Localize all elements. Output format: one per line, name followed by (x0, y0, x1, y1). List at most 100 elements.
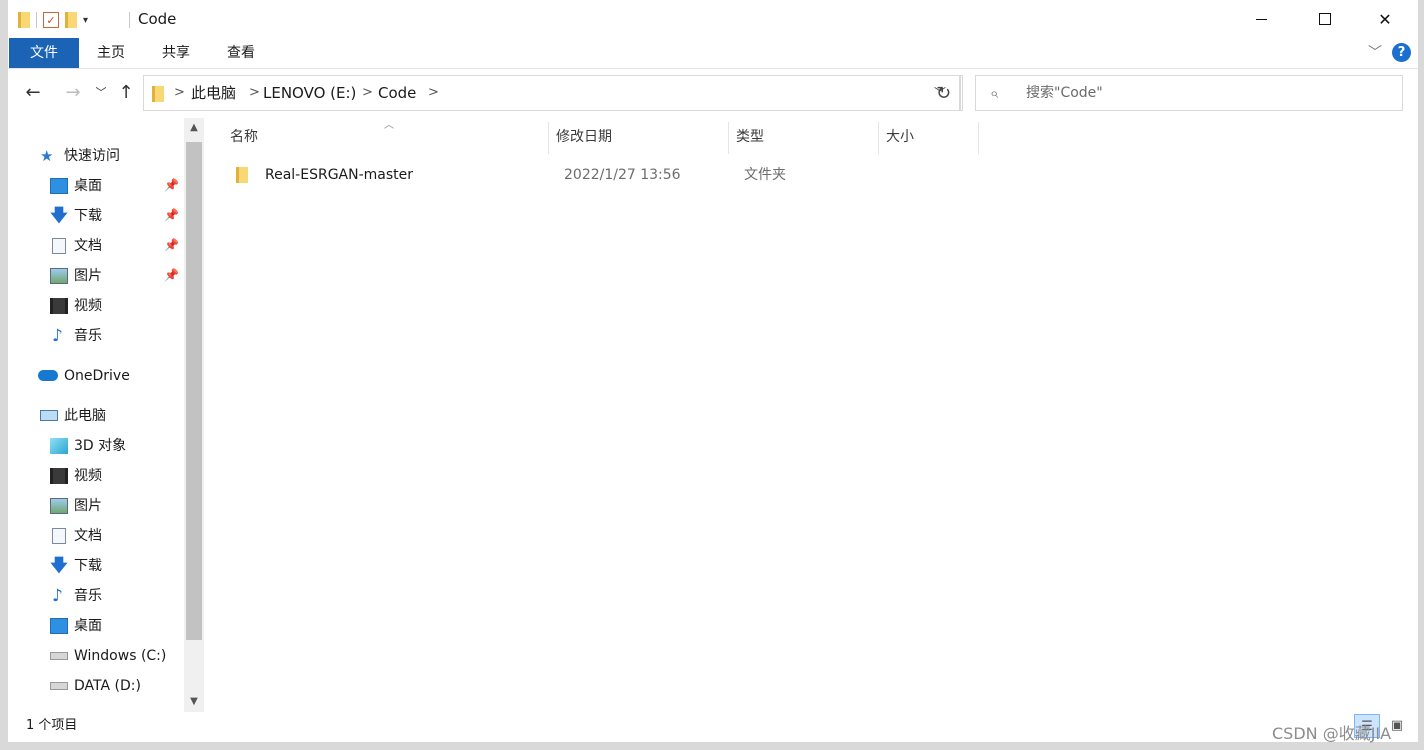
breadcrumb-this-pc[interactable]: 此电脑 (191, 76, 236, 110)
chevron-right-icon[interactable]: > (174, 76, 185, 110)
column-divider[interactable] (728, 122, 729, 154)
sidebar-item-pc-downloads[interactable]: 🡇 下载 (8, 551, 184, 581)
folder-icon (236, 167, 248, 183)
sidebar-item-label: 视频 (74, 298, 102, 314)
sidebar-item-pictures[interactable]: 图片 📌 (8, 261, 184, 291)
column-divider[interactable] (978, 122, 979, 154)
sidebar-item-videos[interactable]: 视频 (8, 291, 184, 321)
close-icon: ✕ (1378, 9, 1392, 29)
sidebar-item-label: 此电脑 (64, 408, 106, 424)
sidebar-item-pc-desktop[interactable]: 桌面 (8, 611, 184, 641)
refresh-button[interactable]: ↻ (925, 75, 963, 111)
music-icon: ♪ (52, 586, 63, 606)
drive-icon (50, 682, 68, 690)
new-folder-icon[interactable] (65, 12, 77, 28)
document-icon (52, 238, 66, 254)
file-name: Real-ESRGAN-master (265, 167, 414, 183)
search-box[interactable]: ⌕ 搜索"Code" (975, 75, 1403, 111)
sidebar-item-drive-d[interactable]: DATA (D:) (8, 671, 184, 701)
properties-icon[interactable]: ✓ (43, 12, 59, 28)
column-divider[interactable] (548, 122, 549, 154)
sidebar-item-label: 下载 (74, 208, 102, 224)
window-title: Code (138, 10, 177, 28)
sidebar-scrollbar[interactable]: ▲ ▼ (184, 118, 204, 712)
sidebar-item-label: 音乐 (74, 328, 102, 344)
chevron-right-icon[interactable]: > (428, 76, 439, 110)
maximize-button[interactable] (1296, 0, 1354, 38)
chevron-right-icon[interactable]: > (249, 76, 260, 110)
sidebar-item-label: 图片 (74, 268, 102, 284)
recent-locations-button[interactable]: ﹀ (94, 78, 108, 108)
table-row[interactable]: Real-ESRGAN-master 2022/1/27 13:56 文件夹 (224, 158, 984, 192)
sidebar-item-label: 视频 (74, 468, 102, 484)
file-type: 文件夹 (744, 167, 786, 183)
item-count: 1 个项目 (26, 718, 78, 733)
sidebar-item-pc-videos[interactable]: 视频 (8, 461, 184, 491)
sidebar-item-pc-pictures[interactable]: 图片 (8, 491, 184, 521)
ribbon: 文件 主页 共享 查看 ﹀ ? (8, 38, 1418, 69)
minimize-icon (1255, 18, 1267, 20)
download-icon: 🡇 (50, 556, 68, 576)
scroll-up-icon[interactable]: ▲ (184, 118, 204, 138)
quick-access-toolbar: ✓ ▾ (18, 9, 88, 31)
sidebar-item-onedrive[interactable]: OneDrive (8, 361, 184, 391)
windows-drive-icon (50, 652, 68, 660)
sidebar-item-downloads[interactable]: 🡇 下载 📌 (8, 201, 184, 231)
pin-icon[interactable]: 📌 (164, 268, 179, 282)
pin-icon[interactable]: 📌 (164, 178, 179, 192)
address-bar[interactable]: > 此电脑 > LENOVO (E:) > Code > ﹀ (143, 75, 961, 111)
navigation-bar: ← → ﹀ ↑ > 此电脑 > LENOVO (E:) > Code > ﹀ ↻… (8, 70, 1418, 116)
breadcrumb-code[interactable]: Code (378, 76, 416, 110)
forward-button[interactable]: → (60, 78, 86, 108)
folder-icon (18, 12, 30, 28)
close-button[interactable]: ✕ (1356, 0, 1414, 38)
sidebar-item-pc-music[interactable]: ♪ 音乐 (8, 581, 184, 611)
tab-file[interactable]: 文件 (9, 38, 79, 68)
column-divider[interactable] (878, 122, 879, 154)
search-input[interactable]: 搜索"Code" (1026, 76, 1103, 110)
breadcrumb-drive-e[interactable]: LENOVO (E:) (263, 76, 356, 110)
sidebar-item-this-pc[interactable]: 此电脑 (8, 401, 184, 431)
expand-ribbon-icon[interactable]: ﹀ (1368, 42, 1382, 62)
back-button[interactable]: ← (20, 78, 46, 108)
chevron-right-icon[interactable]: > (362, 76, 373, 110)
sidebar-item-documents[interactable]: 文档 📌 (8, 231, 184, 261)
sidebar-item-label: OneDrive (64, 368, 130, 384)
customize-toolbar-icon[interactable]: ▾ (83, 15, 88, 26)
sidebar-item-quick-access[interactable]: ★ 快速访问 (8, 141, 184, 171)
sidebar-item-drive-c[interactable]: Windows (C:) (8, 641, 184, 671)
music-icon: ♪ (52, 326, 63, 346)
sidebar-item-desktop[interactable]: 桌面 📌 (8, 171, 184, 201)
cloud-icon (38, 370, 58, 381)
scrollbar-thumb[interactable] (186, 142, 202, 640)
sidebar-item-music[interactable]: ♪ 音乐 (8, 321, 184, 351)
sidebar-item-label: 文档 (74, 528, 102, 544)
pictures-icon (50, 268, 68, 284)
column-header-modified[interactable]: 修改日期 (556, 118, 612, 156)
column-header-name[interactable]: 名称 (230, 118, 258, 156)
video-icon (50, 468, 68, 484)
scroll-down-icon[interactable]: ▼ (184, 692, 204, 712)
computer-icon (40, 410, 58, 421)
sidebar-item-label: 文档 (74, 238, 102, 254)
tab-home[interactable]: 主页 (86, 38, 136, 68)
pin-icon[interactable]: 📌 (164, 208, 179, 222)
explorer-window: ✓ ▾ Code ✕ 文件 主页 共享 查看 ﹀ ? ← → ﹀ ↑ > 此电脑… (8, 0, 1418, 742)
tab-share[interactable]: 共享 (151, 38, 201, 68)
star-icon: ★ (40, 147, 54, 165)
column-header-size[interactable]: 大小 (886, 118, 914, 156)
pictures-icon (50, 498, 68, 514)
sidebar-item-pc-documents[interactable]: 文档 (8, 521, 184, 551)
sidebar-item-label: 快速访问 (64, 148, 120, 164)
sidebar-item-label: 3D 对象 (74, 438, 127, 454)
sidebar-item-3d-objects[interactable]: 3D 对象 (8, 431, 184, 461)
sidebar-item-label: 音乐 (74, 588, 102, 604)
title-separator (129, 12, 130, 28)
file-modified: 2022/1/27 13:56 (564, 167, 681, 183)
column-header-type[interactable]: 类型 (736, 118, 764, 156)
tab-view[interactable]: 查看 (216, 38, 266, 68)
help-icon[interactable]: ? (1392, 43, 1411, 62)
minimize-button[interactable] (1232, 0, 1290, 38)
up-button[interactable]: ↑ (114, 78, 138, 108)
pin-icon[interactable]: 📌 (164, 238, 179, 252)
